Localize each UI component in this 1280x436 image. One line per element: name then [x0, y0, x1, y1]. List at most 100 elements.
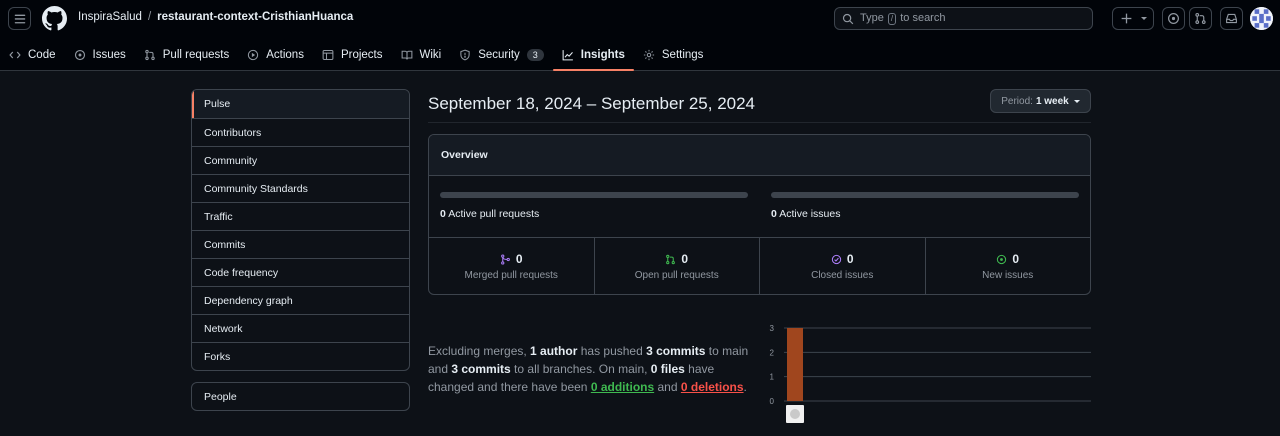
repo-link[interactable]: restaurant-context-CristhianHuanca: [157, 11, 353, 23]
git-pull-request-icon: [666, 254, 676, 264]
sidebar-item-people[interactable]: People: [191, 382, 410, 411]
issue-opened-icon: [997, 254, 1007, 264]
tab-security[interactable]: Security 3: [450, 38, 553, 71]
slash-key: /: [887, 13, 897, 25]
active-issues-text[interactable]: 0 Active issues: [771, 208, 840, 220]
breadcrumb: InspiraSalud / restaurant-context-Cristh…: [78, 11, 353, 23]
inbox-icon: [1226, 13, 1237, 24]
owner-link[interactable]: InspiraSalud: [78, 11, 142, 23]
commits-all-count: 3 commits: [451, 362, 511, 376]
merged-prs-count: 0: [515, 252, 523, 266]
tab-settings-label: Settings: [661, 48, 704, 61]
active-prs-text[interactable]: 0 Active pull requests: [440, 208, 539, 220]
files-count: 0 files: [650, 362, 685, 376]
sidebar-item-contributors[interactable]: Contributors: [192, 118, 409, 146]
issue-closed-icon: [831, 254, 842, 264]
sidebar-item-traffic[interactable]: Traffic: [192, 202, 409, 230]
y-tick-label: 1: [770, 373, 775, 382]
y-tick-label: 3: [770, 324, 775, 333]
tab-projects[interactable]: Projects: [313, 38, 392, 71]
plus-icon: [1121, 13, 1131, 24]
open-prs-label: Open pull requests: [634, 270, 719, 281]
table-icon: [322, 49, 334, 60]
open-prs-count: 0: [681, 252, 689, 266]
tab-issues-label: Issues: [92, 48, 126, 61]
chevron-down-icon: [1140, 17, 1147, 20]
overview-stats: 0 Merged pull requests 0 Open pull reque…: [429, 238, 1091, 294]
y-tick-label: 0: [770, 397, 775, 406]
sidebar-item-network[interactable]: Network: [192, 314, 409, 342]
overview-title: Overview: [429, 135, 1090, 176]
tab-wiki-label: Wiki: [419, 48, 442, 61]
tab-insights-label: Insights: [580, 48, 625, 61]
git-pull-request-icon: [1195, 12, 1206, 25]
tab-insights[interactable]: Insights: [552, 38, 634, 71]
user-avatar[interactable]: [1250, 7, 1273, 30]
deletions-link[interactable]: 0 deletions: [681, 380, 744, 394]
git-merge-icon: [501, 253, 510, 265]
stat-new-issues[interactable]: 0 New issues: [924, 238, 1091, 294]
breadcrumb-separator: /: [147, 11, 152, 23]
commits-main-count: 3 commits: [646, 344, 706, 358]
graph-icon: [562, 49, 573, 60]
github-logo-icon[interactable]: [42, 6, 67, 31]
stat-merged-prs[interactable]: 0 Merged pull requests: [429, 238, 594, 294]
gear-icon: [643, 49, 654, 60]
active-prs-bar: [440, 192, 748, 198]
tab-pull-requests[interactable]: Pull requests: [135, 38, 238, 71]
period-label: Period:: [1001, 95, 1033, 107]
tab-code[interactable]: Code: [0, 38, 65, 71]
overview-box: Overview 0 Active pull requests 0 Active…: [428, 134, 1091, 295]
merged-prs-label: Merged pull requests: [464, 270, 558, 281]
period-value: 1 week: [1035, 95, 1069, 107]
y-tick-label: 2: [770, 348, 775, 357]
sidebar-item-code-frequency[interactable]: Code frequency: [192, 258, 409, 286]
tab-issues[interactable]: Issues: [65, 38, 135, 71]
shield-icon: [460, 49, 470, 60]
identicon-icon: [1250, 7, 1273, 30]
tab-pull-requests-label: Pull requests: [162, 48, 230, 61]
title-divider: [428, 122, 1091, 123]
menu-button[interactable]: [8, 7, 31, 30]
closed-issues-label: Closed issues: [811, 270, 874, 281]
issues-shortcut-button[interactable]: [1162, 7, 1185, 30]
page-title: September 18, 2024 – September 25, 2024: [428, 94, 756, 113]
tab-projects-label: Projects: [340, 48, 383, 61]
sidebar-item-commits[interactable]: Commits: [192, 230, 409, 258]
security-count-badge: 3: [526, 48, 544, 61]
tab-code-label: Code: [28, 48, 56, 61]
author-avatar-icon[interactable]: [786, 405, 804, 423]
book-icon: [401, 50, 412, 60]
active-issues-bar: [771, 192, 1079, 198]
period-select-button[interactable]: Period: 1 week: [990, 89, 1091, 113]
tab-settings[interactable]: Settings: [634, 38, 713, 71]
closed-issues-count: 0: [846, 252, 854, 266]
additions-link[interactable]: 0 additions: [591, 380, 654, 394]
search-input[interactable]: Type / to search: [834, 7, 1093, 30]
sidebar-item-pulse[interactable]: Pulse: [192, 90, 409, 118]
chevron-down-icon: [1073, 99, 1080, 103]
sidebar-item-forks[interactable]: Forks: [192, 342, 409, 370]
create-new-button[interactable]: [1112, 7, 1154, 30]
tab-actions-label: Actions: [266, 48, 304, 61]
play-icon: [248, 49, 259, 60]
commit-bar[interactable]: [787, 328, 803, 401]
stat-closed-issues[interactable]: 0 Closed issues: [759, 238, 925, 294]
tab-security-label: Security: [478, 48, 520, 61]
overview-summary: 0 Active pull requests 0 Active issues: [429, 176, 1090, 238]
top-bar: InspiraSalud / restaurant-context-Cristh…: [0, 0, 1280, 38]
sidebar-item-dependency-graph[interactable]: Dependency graph: [192, 286, 409, 314]
global-header: InspiraSalud / restaurant-context-Cristh…: [0, 0, 1280, 71]
notifications-button[interactable]: [1220, 7, 1243, 30]
pull-requests-shortcut-button[interactable]: [1189, 7, 1212, 30]
tab-actions[interactable]: Actions: [238, 38, 313, 71]
tab-wiki[interactable]: Wiki: [392, 38, 451, 71]
sidebar-item-community[interactable]: Community: [192, 146, 409, 174]
commit-summary: Excluding merges, 1 author has pushed 3 …: [428, 344, 749, 394]
stat-open-prs[interactable]: 0 Open pull requests: [593, 238, 760, 294]
new-issues-label: New issues: [982, 270, 1034, 281]
hamburger-icon: [14, 14, 25, 23]
sidebar-item-community-standards[interactable]: Community Standards: [192, 174, 409, 202]
new-issues-count: 0: [1012, 252, 1020, 266]
git-pull-request-icon: [145, 49, 155, 60]
